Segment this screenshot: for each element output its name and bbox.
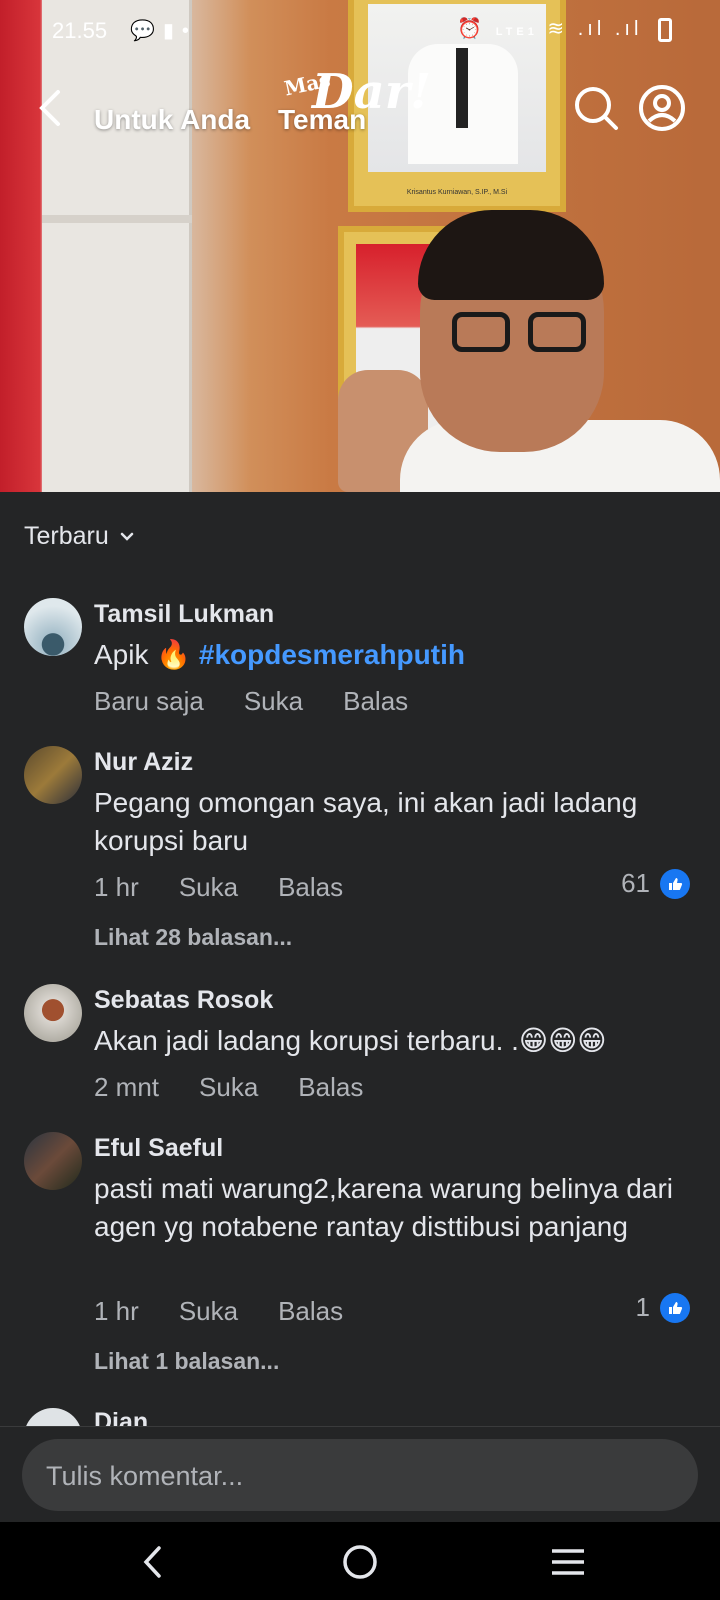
status-time: 21.55 xyxy=(52,18,108,43)
alert-icon: ▮ xyxy=(162,20,182,42)
avatar[interactable] xyxy=(24,984,82,1042)
tab-teman[interactable]: Teman xyxy=(278,104,366,136)
profile-icon xyxy=(639,85,685,131)
reply-button[interactable]: Balas xyxy=(278,1296,343,1327)
comment-time: Baru saja xyxy=(94,686,204,716)
search-icon xyxy=(575,87,618,130)
message-icon: 💬 xyxy=(130,20,163,42)
signal-icon-2: .ıl xyxy=(614,18,643,40)
comment-body: Apik 🔥 xyxy=(94,639,192,670)
thumbs-up-icon xyxy=(660,1292,690,1323)
tab-untuk-anda[interactable]: Untuk Anda xyxy=(94,104,250,136)
signal-icon: .ıl xyxy=(577,18,606,40)
nav-back-button[interactable] xyxy=(132,1540,176,1584)
back-arrow-icon xyxy=(39,90,60,126)
sort-label: Terbaru xyxy=(24,522,109,550)
comment-author[interactable]: Dian xyxy=(94,1408,148,1426)
like-count: 1 xyxy=(635,1292,650,1322)
reaction-count[interactable]: 1 xyxy=(636,1292,690,1323)
battery-icon xyxy=(658,17,672,42)
back-button[interactable] xyxy=(30,86,74,130)
speaker-glasses xyxy=(452,312,592,352)
comment-author[interactable]: Tamsil Lukman xyxy=(94,600,274,629)
comment: Dian xyxy=(0,1408,720,1426)
comment-meta: 1 hr Suka Balas xyxy=(94,872,343,903)
speaker-hair xyxy=(418,210,604,300)
header: Mas Dar! Untuk Anda Teman xyxy=(0,64,720,150)
comment-input-placeholder: Tulis komentar... xyxy=(46,1461,244,1491)
comment-composer: Tulis komentar... xyxy=(0,1426,720,1522)
reply-button[interactable]: Balas xyxy=(298,1072,363,1103)
comment-time: 1 hr xyxy=(94,1296,139,1326)
comment-author[interactable]: Sebatas Rosok xyxy=(94,986,273,1015)
nav-home-button[interactable] xyxy=(338,1540,382,1584)
dot-icon: • xyxy=(181,20,197,42)
chevron-down-icon xyxy=(120,532,134,541)
hashtag-link[interactable]: #kopdesmerahputih xyxy=(199,639,465,670)
nav-menu-icon xyxy=(552,1549,584,1575)
like-count: 61 xyxy=(621,868,650,898)
like-button[interactable]: Suka xyxy=(244,686,303,717)
portrait-caption: Krisantus Kurniawan, S.IP., M.Si xyxy=(406,189,508,196)
avatar[interactable] xyxy=(24,1408,82,1426)
comment-time: 1 hr xyxy=(94,872,139,902)
reply-button[interactable]: Balas xyxy=(343,686,408,717)
view-replies-link[interactable]: Lihat 1 balasan... xyxy=(94,1348,279,1375)
wifi-icon: ≋ xyxy=(547,18,569,40)
view-replies-link[interactable]: Lihat 28 balasan... xyxy=(94,924,292,951)
network-label: LTE1 xyxy=(495,26,538,38)
comment-input[interactable]: Tulis komentar... xyxy=(22,1439,698,1511)
system-navigation-bar xyxy=(0,1522,720,1600)
comment-meta: 2 mnt Suka Balas xyxy=(94,1072,363,1103)
background-door xyxy=(42,0,192,492)
search-button[interactable] xyxy=(572,84,620,132)
comments-sort-dropdown[interactable]: Terbaru xyxy=(24,522,135,551)
comment-author[interactable]: Nur Aziz xyxy=(94,748,193,777)
comment-author[interactable]: Eful Saeful xyxy=(94,1134,223,1163)
like-button[interactable]: Suka xyxy=(199,1072,258,1103)
avatar[interactable] xyxy=(24,746,82,804)
alarm-icon: ⏰ xyxy=(457,18,487,40)
status-bar: 21.55 💬▮• ⏰ LTE1 ≋ .ıl .ıl xyxy=(0,0,720,60)
thumbs-up-icon xyxy=(660,868,690,899)
notification-icons: 💬▮• xyxy=(130,18,197,43)
comment-text: Pegang omongan saya, ini akan jadi ladan… xyxy=(94,787,638,856)
nav-home-icon xyxy=(343,1545,377,1579)
reply-button[interactable]: Balas xyxy=(278,872,343,903)
comment-time: 2 mnt xyxy=(94,1072,160,1102)
nav-back-icon xyxy=(143,1546,161,1578)
comment-text: Apik 🔥 #kopdesmerahputih xyxy=(94,636,684,674)
comment-text: Akan jadi ladang korupsi terbaru. .😁😁😁 xyxy=(94,1025,607,1056)
comment-meta: 1 hr Suka Balas xyxy=(94,1296,343,1327)
comment-meta: Baru saja Suka Balas xyxy=(94,686,408,717)
avatar[interactable] xyxy=(24,598,82,656)
nav-recents-button[interactable] xyxy=(546,1540,590,1584)
like-button[interactable]: Suka xyxy=(179,1296,238,1327)
system-status-icons: ⏰ LTE1 ≋ .ıl .ıl xyxy=(457,16,672,42)
reaction-count[interactable]: 61 xyxy=(621,868,690,899)
background-door-panel xyxy=(42,215,192,223)
profile-button[interactable] xyxy=(638,84,686,132)
avatar[interactable] xyxy=(24,1132,82,1190)
comment-text: pasti mati warung2,karena warung belinya… xyxy=(94,1173,673,1242)
like-button[interactable]: Suka xyxy=(179,872,238,903)
